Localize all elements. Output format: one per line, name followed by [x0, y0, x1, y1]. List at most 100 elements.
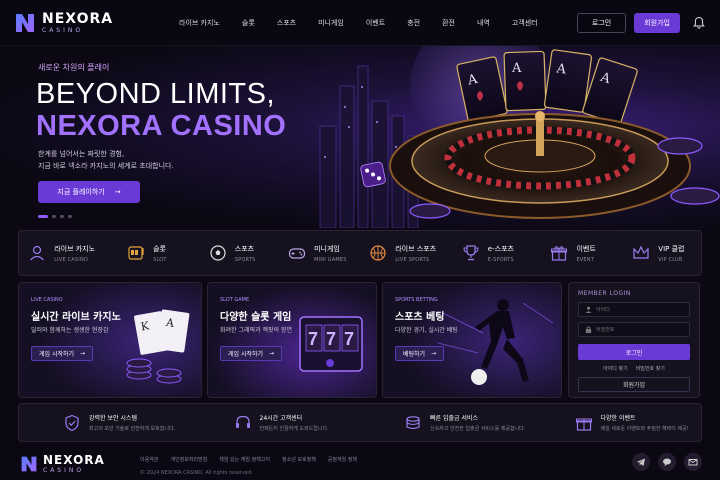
chat-icon	[663, 458, 671, 467]
category-sub: MINI GAMES	[314, 256, 347, 263]
card-tag: SPORTS BETTING	[395, 297, 438, 303]
feature-title: 강력한 보안 시스템	[89, 415, 137, 422]
site-footer: NEXORA CASINO 이용약관 개인정보처리방침 책임 있는 게임 정책고…	[0, 446, 720, 480]
hero-desc-line-2: 지금 바로 넥소라 카지노의 세계로 초대합니다.	[38, 162, 174, 170]
card-slot[interactable]: 777 SLOT GAME 다양한 슬롯 게임 화려한 그래픽과 잭팟의 향연 …	[207, 282, 377, 398]
card-title: 스포츠 베팅	[395, 312, 445, 323]
footer-link-fair-game[interactable]: 공정게임 정책	[328, 456, 357, 463]
crown-icon	[633, 245, 649, 259]
category-live-casino[interactable]: 라이브 카지노 LIVE CASINO	[19, 231, 104, 275]
category-slot[interactable]: 슬롯 SLOT	[104, 231, 189, 275]
category-sub: LIVE SPORTS	[395, 256, 430, 263]
slide-dot[interactable]	[52, 215, 56, 218]
nav-withdraw[interactable]: 환전	[431, 18, 466, 28]
card-start-button[interactable]: 게임 시작하기 →	[220, 346, 283, 361]
login-id-input[interactable]	[596, 306, 686, 313]
nav-event[interactable]: 이벤트	[355, 18, 396, 28]
feature-support: 24시간 고객센터언제든지 친절하게 도와드립니다.	[190, 413, 361, 432]
card-start-button[interactable]: 게임 시작하기 →	[31, 346, 94, 361]
category-sub: E-SPORTS	[487, 256, 514, 263]
slide-dot[interactable]	[60, 215, 64, 218]
card-bet-button[interactable]: 베팅하기 →	[395, 346, 445, 361]
feature-title: 다양한 이벤트	[600, 415, 636, 422]
card-tag: SLOT GAME	[220, 297, 250, 303]
feature-desc: 신속하고 안전한 입출금 서비스를 제공합니다.	[430, 426, 526, 432]
mail-button[interactable]	[684, 453, 702, 471]
gamepad-icon	[288, 248, 306, 259]
login-pw-input[interactable]	[596, 326, 686, 333]
footer-link-youth-protection[interactable]: 청소년 보호정책	[282, 456, 316, 463]
card-live-casino[interactable]: K A LIVE CASINO 실시간 라이브 카지노 딜러와 함께하는 생생한…	[18, 282, 202, 398]
card-tag: LIVE CASINO	[31, 297, 63, 303]
feature-desc: 언제든지 친절하게 도와드립니다.	[259, 426, 329, 432]
trophy-icon	[463, 245, 479, 261]
footer-brand-name: NEXORA	[43, 453, 105, 467]
feature-desc: 최고의 보안 기술로 안전하게 보호합니다.	[89, 426, 176, 432]
category-event[interactable]: 이벤트 EVENT	[531, 231, 616, 275]
footer-link-responsible-gaming[interactable]: 책임 있는 게임 정책고지	[219, 456, 270, 463]
soccer-ball-icon	[210, 245, 226, 261]
category-sub: SLOT	[153, 256, 167, 263]
category-esports[interactable]: e-스포츠 E-SPORTS	[445, 231, 530, 275]
hero-slide-indicator	[38, 215, 72, 218]
telegram-icon	[637, 458, 645, 466]
nav-deposit[interactable]: 충전	[396, 18, 431, 28]
dealer-icon	[30, 245, 45, 261]
header-signup-button[interactable]: 회원가입	[634, 12, 680, 33]
chat-button[interactable]	[658, 453, 676, 471]
feature-payments: 빠른 입출금 서비스신속하고 안전한 입출금 서비스를 제공합니다.	[360, 413, 531, 432]
category-minigame[interactable]: 미니게임 MINI GAMES	[275, 231, 360, 275]
login-submit-button[interactable]: 로그인	[578, 344, 690, 360]
find-pw-link[interactable]: 비밀번호 찾기	[636, 365, 665, 372]
card-button-label: 게임 시작하기	[39, 351, 75, 358]
brand-logo[interactable]: NEXORA CASINO	[14, 12, 134, 34]
category-sub: VIP CLUB	[658, 256, 683, 263]
card-sports[interactable]: SPORTS BETTING 스포츠 베팅 다양한 경기, 실시간 베팅 베팅하…	[382, 282, 562, 398]
brand-name: NEXORA	[42, 10, 114, 27]
feature-desc: 매일 새로운 이벤트와 푸짐한 혜택이 제공!	[600, 426, 689, 432]
hero-play-button[interactable]: 지금 플레이하기 →	[38, 181, 140, 203]
footer-copyright: © 2024 NEXORA CASINO. All rights reserve…	[140, 470, 253, 476]
card-button-label: 게임 시작하기	[228, 351, 264, 358]
footer-logo[interactable]: NEXORA CASINO	[20, 454, 105, 474]
arrow-right-icon: →	[114, 188, 121, 196]
hero-description: 한계를 넘어서는 짜릿한 경험, 지금 바로 넥소라 카지노의 세계로 초대합니…	[38, 148, 174, 172]
category-vip[interactable]: VIP 클럽 VIP CLUB	[616, 231, 701, 275]
hero-play-label: 지금 플레이하기	[57, 188, 105, 196]
login-id-field[interactable]	[578, 302, 690, 317]
member-login-panel: MEMBER LOGIN 로그인 아이디 찾기 비밀번호 찾기 회원가입	[568, 282, 700, 398]
brand-sub: CASINO	[42, 26, 84, 34]
telegram-button[interactable]	[632, 453, 650, 471]
register-button[interactable]: 회원가입	[578, 377, 690, 392]
nav-live-casino[interactable]: 라이브 카지노	[168, 18, 231, 28]
basketball-icon	[370, 245, 386, 261]
category-live-sports[interactable]: 라이브 스포츠 LIVE SPORTS	[360, 231, 445, 275]
feature-title: 빠른 입출금 서비스	[430, 415, 478, 422]
header-login-button[interactable]: 로그인	[576, 12, 627, 33]
nav-sports[interactable]: 스포츠	[266, 18, 307, 28]
nav-minigame[interactable]: 미니게임	[307, 18, 355, 28]
card-button-label: 베팅하기	[403, 351, 426, 358]
find-id-link[interactable]: 아이디 찾기	[603, 365, 628, 372]
footer-link-terms[interactable]: 이용약관	[140, 456, 158, 463]
svg-text:7: 7	[308, 329, 318, 349]
svg-text:7: 7	[326, 329, 336, 349]
logo-mark-icon	[16, 13, 34, 32]
login-pw-field[interactable]	[578, 322, 690, 337]
footer-link-privacy[interactable]: 개인정보처리방침	[170, 456, 207, 463]
category-sports[interactable]: 스포츠 SPORTS	[190, 231, 275, 275]
nav-support[interactable]: 고객센터	[501, 18, 549, 28]
category-label: 라이브 카지노	[54, 244, 96, 253]
svg-text:A: A	[511, 61, 522, 76]
feature-title: 24시간 고객센터	[259, 415, 303, 422]
category-sub: LIVE CASINO	[54, 256, 89, 263]
nav-history[interactable]: 내역	[466, 18, 501, 28]
bell-icon[interactable]	[692, 16, 706, 30]
social-links	[632, 453, 702, 471]
nav-slot[interactable]: 슬롯	[231, 18, 266, 28]
feature-events: 다양한 이벤트매일 새로운 이벤트와 푸짐한 혜택이 제공!	[531, 413, 702, 432]
hero-casino-illustration: A A A A	[319, 46, 720, 228]
slide-dot[interactable]	[68, 215, 72, 218]
slide-dot[interactable]	[38, 215, 48, 218]
login-title: MEMBER LOGIN	[578, 290, 631, 297]
